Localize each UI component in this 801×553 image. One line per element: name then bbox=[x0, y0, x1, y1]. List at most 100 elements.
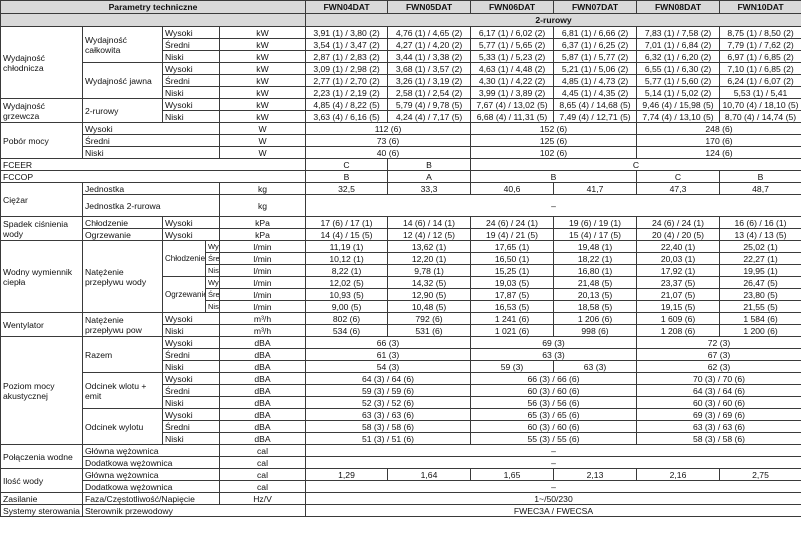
table-cell: 2,23 (1) / 2,19 (2) bbox=[305, 86, 389, 99]
table-cell: 5,53 (1) / 5,41 bbox=[719, 86, 801, 99]
table-cell: 63 (3) / 63 (6) bbox=[305, 408, 472, 421]
table-row: Wydajność chłodnicza Wydajność całkowita… bbox=[0, 26, 801, 99]
table-cell: 8,70 (4) / 14,74 (5) bbox=[719, 110, 801, 123]
table-cell: 19,48 (1) bbox=[553, 240, 638, 253]
table-cell: 14,32 (5) bbox=[387, 276, 472, 289]
table-cell: 66 (3) / 66 (6) bbox=[470, 372, 638, 385]
table-cell: 6,24 (1) / 6,07 (2) bbox=[719, 74, 801, 87]
table-cell: – bbox=[305, 480, 801, 493]
table-cell: 2,13 bbox=[553, 468, 638, 481]
table-row: FCCOP BABCB bbox=[0, 170, 801, 183]
table-cell: Wysoki bbox=[162, 98, 220, 111]
table-row: Dodatkowa wężownica cal – bbox=[1, 480, 801, 493]
table-cell: 64 (3) / 64 (6) bbox=[636, 384, 801, 397]
table-cell: 19 (4) / 21 (5) bbox=[470, 228, 555, 241]
table-cell: 998 (6) bbox=[553, 324, 638, 337]
table-cell: kW bbox=[218, 110, 307, 123]
table-cell: Ogrzewanie bbox=[162, 276, 206, 313]
table-cell: 6,68 (4) / 11,31 (5) bbox=[470, 110, 555, 123]
table-cell: m³/h bbox=[218, 324, 307, 337]
table-cell: 52 (3) / 52 (6) bbox=[305, 396, 472, 409]
table-cell: 15 (4) / 17 (5) bbox=[553, 228, 638, 241]
table-cell: 23,80 (5) bbox=[719, 288, 801, 301]
table-cell: 19,15 (5) bbox=[636, 300, 721, 313]
group-label: Poziom mocy akustycznej bbox=[0, 336, 83, 445]
table-cell: 62 (3) bbox=[636, 360, 801, 373]
table-cell: Średni bbox=[162, 420, 220, 433]
table-cell: 69 (3) bbox=[470, 336, 638, 349]
table-cell: Wysoki bbox=[162, 372, 220, 385]
table-cell: 14 (4) / 15 (5) bbox=[305, 228, 389, 241]
table-cell: 248 (6) bbox=[636, 122, 801, 135]
table-cell: l/min bbox=[218, 276, 307, 289]
table-cell: 58 (3) / 58 (6) bbox=[636, 432, 801, 445]
table-cell: Jednostka bbox=[82, 182, 220, 195]
table-cell: 792 (6) bbox=[387, 312, 472, 325]
table-cell: Dodatkowa wężownica bbox=[82, 480, 220, 493]
table-cell: Niski bbox=[162, 86, 220, 99]
table-cell: Niski bbox=[162, 360, 220, 373]
group-label: Wydajność grzewcza bbox=[0, 98, 83, 123]
table-cell: 170 (6) bbox=[636, 134, 801, 147]
table-cell: Faza/Częstotliwość/Napięcie bbox=[82, 492, 220, 505]
table-cell: 47,3 bbox=[636, 182, 721, 195]
table-cell: 41,7 bbox=[553, 182, 638, 195]
group-label: Pobór mocy bbox=[0, 122, 83, 159]
table-cell: 21,07 (5) bbox=[636, 288, 721, 301]
table-cell: Średni bbox=[82, 134, 220, 147]
table-cell: dBA bbox=[218, 408, 307, 421]
table-cell: 6,32 (1) / 6,20 (2) bbox=[636, 50, 721, 63]
model-header: FWN10DAT bbox=[719, 0, 801, 14]
table-cell: W bbox=[218, 146, 307, 159]
table-cell: 19,03 (5) bbox=[470, 276, 555, 289]
table-cell: 25,02 (1) bbox=[719, 240, 801, 253]
pipe-subheader: 2-rurowy bbox=[305, 13, 801, 27]
table-cell: kg bbox=[218, 194, 307, 217]
table-cell: 22,40 (1) bbox=[636, 240, 721, 253]
table-cell: Niski bbox=[205, 300, 220, 313]
table-cell: Średni bbox=[205, 288, 220, 301]
table-cell: cal bbox=[218, 444, 307, 457]
table-cell: 1,64 bbox=[387, 468, 472, 481]
table-cell: 1,29 bbox=[305, 468, 389, 481]
table-cell: 2,16 bbox=[636, 468, 721, 481]
sub-label: Natężenie przepływu wody bbox=[82, 240, 163, 313]
table-cell: kW bbox=[218, 86, 307, 99]
table-cell: Wysoki bbox=[162, 62, 220, 75]
spec-table: Parametry techniczne FWN04DAT FWN05DAT F… bbox=[0, 0, 801, 517]
table-cell: 18,58 (5) bbox=[553, 300, 638, 313]
table-cell: 1 200 (6) bbox=[719, 324, 801, 337]
table-cell: 7,10 (1) / 6,85 (2) bbox=[719, 62, 801, 75]
table-cell: 17,65 (1) bbox=[470, 240, 555, 253]
table-cell: dBA bbox=[218, 372, 307, 385]
table-cell: 7,01 (1) / 6,84 (2) bbox=[636, 38, 721, 51]
table-cell: Niski bbox=[162, 432, 220, 445]
table-cell: 2,77 (1) / 2,70 (2) bbox=[305, 74, 389, 87]
table-cell: Niski bbox=[162, 396, 220, 409]
table-cell: 5,33 (1) / 5,23 (2) bbox=[470, 50, 555, 63]
table-cell: 17 (6) / 17 (1) bbox=[305, 216, 389, 229]
table-cell: 6,55 (1) / 6,30 (2) bbox=[636, 62, 721, 75]
table-cell: 48,7 bbox=[719, 182, 801, 195]
group-label: Zasilanie bbox=[0, 492, 83, 505]
table-cell: 531 (6) bbox=[387, 324, 472, 337]
table-cell: Niski bbox=[162, 110, 220, 123]
table-cell: 5,14 (1) / 5,02 (2) bbox=[636, 86, 721, 99]
table-cell: Średni bbox=[162, 348, 220, 361]
table-cell: 1 206 (6) bbox=[553, 312, 638, 325]
table-cell: 17,92 (1) bbox=[636, 264, 721, 277]
sub-label: Wydajność jawna bbox=[82, 62, 163, 99]
table-row: Jednostka 2-rurowa kg – bbox=[1, 194, 801, 217]
table-cell: 5,21 (1) / 5,06 (2) bbox=[553, 62, 638, 75]
table-cell: 112 (6) bbox=[305, 122, 472, 135]
model-header: FWN08DAT bbox=[636, 0, 721, 14]
table-cell: 1~/50/230 bbox=[305, 492, 801, 505]
table-cell: 58 (3) / 58 (6) bbox=[305, 420, 472, 433]
table-cell: 125 (6) bbox=[470, 134, 638, 147]
table-cell: dBA bbox=[218, 432, 307, 445]
table-cell: dBA bbox=[218, 384, 307, 397]
table-row: Zasilanie Faza/Częstotliwość/Napięcie Hz/… bbox=[0, 492, 801, 505]
table-row: Ilość wody Główna wężownica cal 1,29 1,64 1… bbox=[0, 468, 801, 493]
table-row: FCEER CBC bbox=[0, 158, 801, 171]
table-cell: kPa bbox=[218, 216, 307, 229]
